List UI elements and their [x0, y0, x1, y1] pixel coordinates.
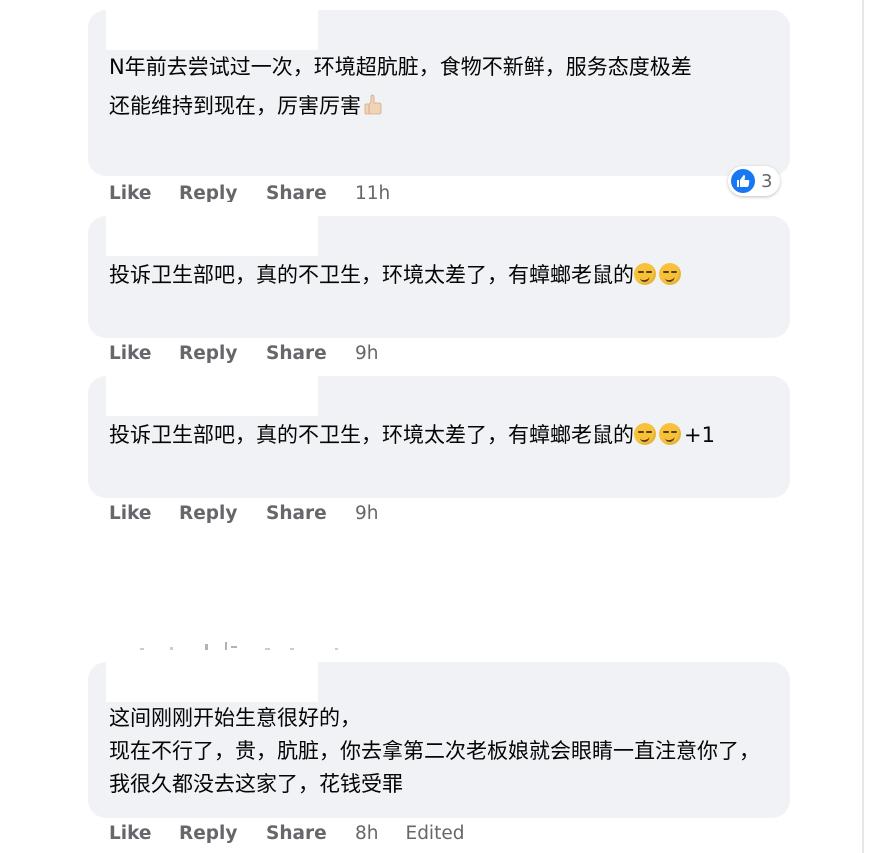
comment-timestamp[interactable]: 11h — [355, 182, 390, 202]
comment-text: 这间刚刚开始生意很好的， 现在不行了，贵，肮脏，你去拿第二次老板娘就会眼睛一直注… — [109, 702, 760, 801]
comment-paragraph-text: 还能维持到现在，厉害厉害 — [109, 94, 361, 118]
reply-button[interactable]: Reply — [179, 182, 266, 202]
comment-text: 投诉卫生部吧，真的不卫生，环境太差了，有蟑螂老鼠的 — [109, 259, 760, 292]
comment-paragraph: 还能维持到现在，厉害厉害 — [109, 90, 760, 123]
comment-actions: Like Reply Share 9h — [109, 502, 379, 526]
reply-button[interactable]: Reply — [179, 502, 266, 526]
reply-button[interactable]: Reply — [179, 822, 266, 846]
reaction-count: 3 — [761, 170, 773, 192]
comment-actions: Like Reply Share 9h — [109, 342, 379, 366]
comment-paragraph: 投诉卫生部吧，真的不卫生，环境太差了，有蟑螂老鼠的 +1 — [109, 419, 760, 452]
comment-timestamp[interactable]: 9h — [355, 502, 379, 526]
comment-bubble: 这间刚刚开始生意很好的， 现在不行了，贵，肮脏，你去拿第二次老板娘就会眼睛一直注… — [88, 662, 790, 818]
comment-actions: Like Reply Share 11h — [109, 182, 390, 202]
comment-paragraph: 现在不行了，贵，肮脏，你去拿第二次老板娘就会眼睛一直注意你了，我很久都没去这家了… — [109, 739, 760, 796]
comment-bubble: 投诉卫生部吧，真的不卫生，环境太差了，有蟑螂老鼠的 — [88, 216, 790, 338]
comment-bubble: N年前去尝试过一次，环境超肮脏，食物不新鲜，服务态度极差 还能维持到现在，厉害厉… — [88, 10, 790, 176]
like-button[interactable]: Like — [109, 822, 179, 846]
smirk-face-icon — [659, 263, 681, 285]
share-button[interactable]: Share — [266, 502, 355, 526]
redacted-author-name — [106, 376, 318, 416]
comment-timestamp[interactable]: 8h — [355, 822, 379, 846]
redacted-author-name — [106, 216, 318, 256]
comment-bubble: 投诉卫生部吧，真的不卫生，环境太差了，有蟑螂老鼠的 +1 — [88, 376, 790, 498]
comment-timestamp[interactable]: 9h — [355, 342, 379, 366]
comment-paragraph: N年前去尝试过一次，环境超肮脏，食物不新鲜，服务态度极差 — [109, 55, 692, 79]
smirk-face-icon — [634, 263, 656, 285]
comment-text: N年前去尝试过一次，环境超肮脏，食物不新鲜，服务态度极差 还能维持到现在，厉害厉… — [109, 51, 760, 123]
comment-suffix: +1 — [684, 423, 715, 447]
scrollbar[interactable] — [862, 0, 864, 853]
like-button[interactable]: Like — [109, 342, 179, 366]
comment-paragraph: 这间刚刚开始生意很好的， — [109, 706, 361, 730]
comment-actions: Like Reply Share 8h Edited — [109, 822, 464, 846]
thumbs-up-icon — [363, 93, 383, 115]
reaction-badge[interactable]: 3 — [728, 166, 781, 196]
redacted-author-name — [106, 10, 318, 50]
share-button[interactable]: Share — [266, 342, 355, 366]
share-button[interactable]: Share — [266, 822, 355, 846]
edited-label[interactable]: Edited — [406, 822, 465, 846]
comment-paragraph: 投诉卫生部吧，真的不卫生，环境太差了，有蟑螂老鼠的 — [109, 259, 760, 292]
reply-button[interactable]: Reply — [179, 342, 266, 366]
smirk-face-icon — [634, 423, 656, 445]
like-reaction-icon — [731, 169, 755, 193]
clipped-text-fragment — [140, 642, 338, 650]
comment-paragraph-text: 投诉卫生部吧，真的不卫生，环境太差了，有蟑螂老鼠的 — [109, 263, 634, 287]
share-button[interactable]: Share — [266, 182, 355, 202]
like-button[interactable]: Like — [109, 502, 179, 526]
comment-paragraph-text: 投诉卫生部吧，真的不卫生，环境太差了，有蟑螂老鼠的 — [109, 423, 634, 447]
comment-text: 投诉卫生部吧，真的不卫生，环境太差了，有蟑螂老鼠的 +1 — [109, 419, 760, 452]
smirk-face-icon — [659, 423, 681, 445]
redacted-author-name — [106, 662, 318, 702]
like-button[interactable]: Like — [109, 182, 179, 202]
